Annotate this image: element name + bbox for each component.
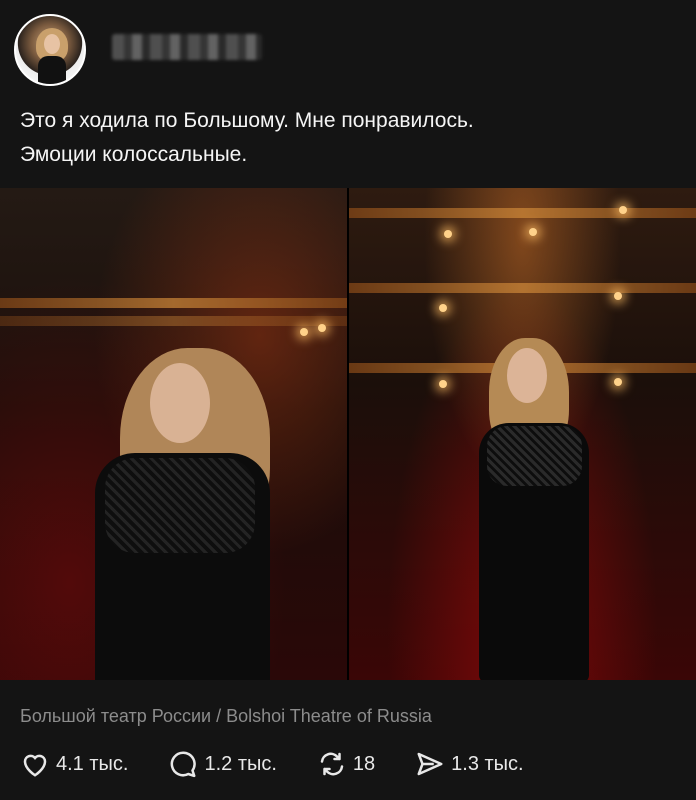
heart-icon xyxy=(23,754,47,777)
avatar[interactable] xyxy=(14,14,86,86)
comment-button[interactable]: 1.2 тыс. xyxy=(168,750,277,778)
photo-gallery[interactable] xyxy=(0,188,696,680)
share-count: 1.3 тыс. xyxy=(451,752,524,775)
photo-1[interactable] xyxy=(0,188,347,680)
share-icon xyxy=(417,752,443,776)
like-count: 4.1 тыс. xyxy=(56,752,129,775)
post-text-line: Эмоции колоссальные. xyxy=(20,143,248,166)
post-header xyxy=(14,14,674,90)
action-bar: 4.1 тыс. 1.2 тыс. 18 1.3 тыс. xyxy=(20,748,564,780)
share-button[interactable]: 1.3 тыс. xyxy=(415,750,524,778)
post-text: Это я ходила по Большому. Мне понравилос… xyxy=(20,104,660,172)
repost-button[interactable]: 18 xyxy=(317,750,375,778)
comment-icon xyxy=(171,751,197,778)
comment-count: 1.2 тыс. xyxy=(204,752,277,775)
photo-2[interactable] xyxy=(349,188,696,680)
repost-icon xyxy=(320,752,344,776)
repost-count: 18 xyxy=(352,752,376,775)
like-button[interactable]: 4.1 тыс. xyxy=(20,750,128,778)
username-blurred[interactable] xyxy=(112,34,262,60)
post-text-line: Это я ходила по Большому. Мне понравилос… xyxy=(20,109,474,132)
location-tag[interactable]: Большой театр России / Bolshoi Theatre o… xyxy=(20,706,432,727)
